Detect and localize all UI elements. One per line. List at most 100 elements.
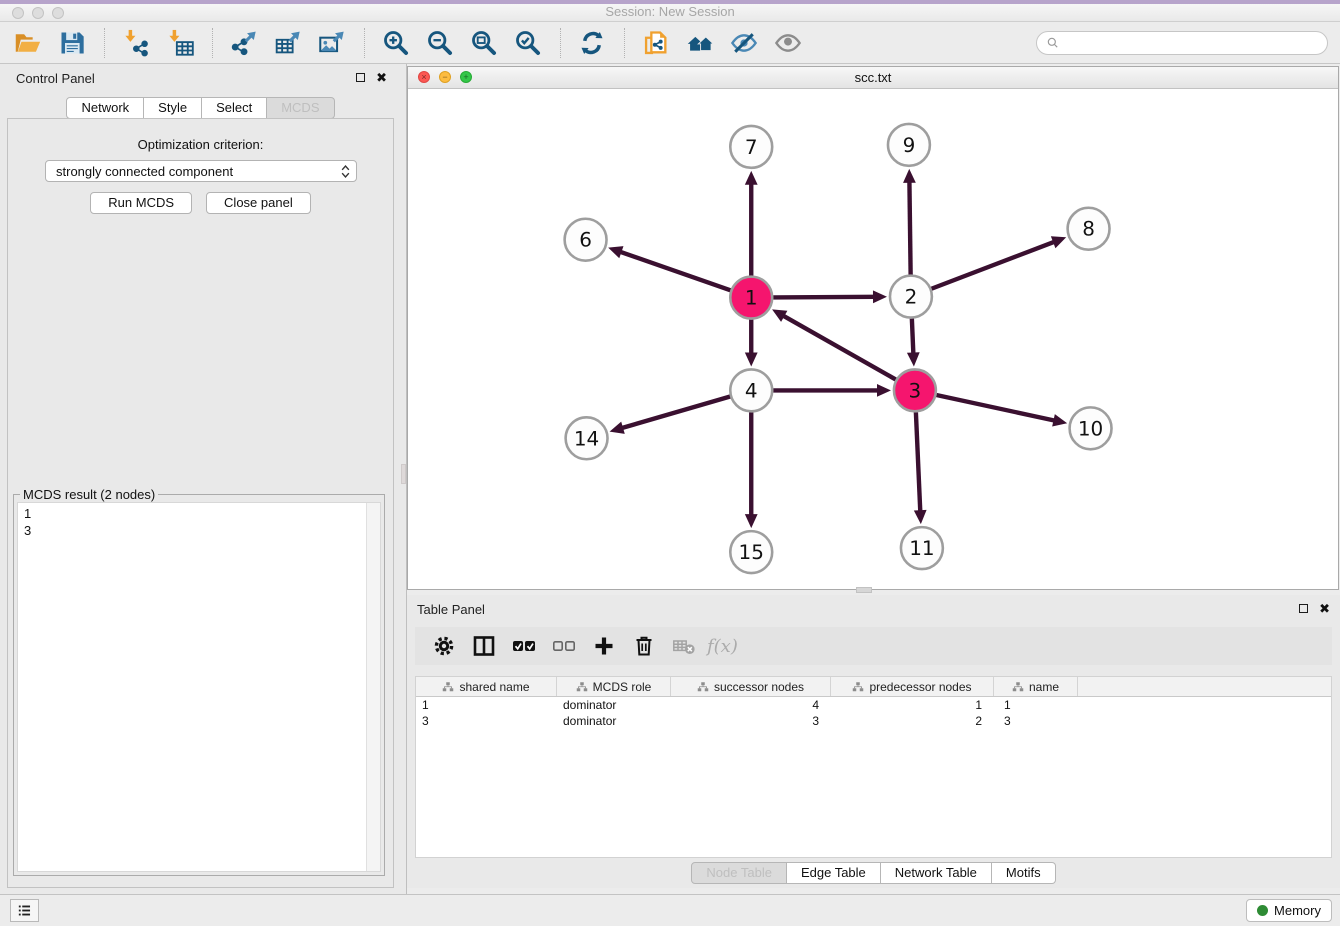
control-panel: Control Panel ✖ NetworkStyleSelectMCDS O… bbox=[0, 64, 401, 894]
zoom-selected-button[interactable] bbox=[510, 27, 546, 59]
table-cell[interactable]: 3 bbox=[671, 713, 831, 729]
graph-node-15[interactable]: 15 bbox=[730, 531, 772, 573]
graph-node-2[interactable]: 2 bbox=[890, 276, 932, 318]
column-header-successor-nodes[interactable]: successor nodes bbox=[671, 677, 831, 696]
column-header-name[interactable]: name bbox=[994, 677, 1078, 696]
graph-edge-1-6[interactable] bbox=[608, 246, 730, 290]
network-close-button[interactable]: × bbox=[418, 71, 430, 83]
split-columns-button[interactable] bbox=[467, 631, 501, 661]
graph-edge-3-11[interactable] bbox=[914, 412, 927, 524]
graph-node-8[interactable]: 8 bbox=[1068, 208, 1110, 250]
table-cell[interactable]: 3 bbox=[994, 713, 1078, 729]
show-all-button[interactable] bbox=[770, 27, 806, 59]
graph-node-4[interactable]: 4 bbox=[730, 369, 772, 411]
search-input[interactable] bbox=[1065, 35, 1318, 52]
graph-node-9[interactable]: 9 bbox=[888, 124, 930, 166]
graph-node-6[interactable]: 6 bbox=[565, 219, 607, 261]
node-table: shared nameMCDS rolesuccessor nodesprede… bbox=[415, 676, 1332, 858]
task-history-button[interactable] bbox=[10, 899, 39, 922]
zoom-window-button[interactable] bbox=[52, 7, 64, 19]
tab-select[interactable]: Select bbox=[202, 97, 267, 119]
close-panel-button[interactable]: Close panel bbox=[206, 192, 311, 214]
optimization-criterion-select[interactable]: strongly connected component bbox=[45, 160, 357, 182]
float-table-panel-icon[interactable] bbox=[1299, 604, 1308, 613]
column-header-predecessor-nodes[interactable]: predecessor nodes bbox=[831, 677, 994, 696]
table-cell[interactable]: 1 bbox=[416, 697, 557, 713]
export-network-button[interactable] bbox=[226, 27, 262, 59]
graph-node-7[interactable]: 7 bbox=[730, 126, 772, 168]
graph-edge-1-7[interactable] bbox=[745, 171, 758, 276]
table-cell[interactable]: dominator bbox=[557, 713, 671, 729]
clone-network-button[interactable] bbox=[638, 27, 674, 59]
table-cell[interactable]: 2 bbox=[831, 713, 994, 729]
table-cell[interactable]: 1 bbox=[994, 697, 1078, 713]
hide-selected-button[interactable] bbox=[726, 27, 762, 59]
save-session-button[interactable] bbox=[54, 27, 90, 59]
graph-node-10[interactable]: 10 bbox=[1070, 407, 1112, 449]
memory-button[interactable]: Memory bbox=[1246, 899, 1332, 922]
mcds-result-textarea[interactable]: 1 3 bbox=[17, 502, 381, 872]
tab-network[interactable]: Network bbox=[66, 97, 144, 119]
graph-edge-2-9[interactable] bbox=[903, 169, 916, 275]
graph-node-1[interactable]: 1 bbox=[730, 277, 772, 319]
table-row[interactable]: 1dominator411 bbox=[416, 697, 1331, 713]
graph-node-11[interactable]: 11 bbox=[901, 527, 943, 569]
result-scrollbar[interactable] bbox=[366, 503, 380, 871]
import-network-button[interactable] bbox=[118, 27, 154, 59]
create-column-button[interactable] bbox=[587, 631, 621, 661]
tab-network-table[interactable]: Network Table bbox=[881, 862, 992, 884]
zoom-in-button[interactable] bbox=[378, 27, 414, 59]
splitter-handle[interactable] bbox=[401, 464, 406, 484]
tab-edge-table[interactable]: Edge Table bbox=[787, 862, 881, 884]
table-row[interactable]: 3dominator323 bbox=[416, 713, 1331, 729]
column-header-shared-name[interactable]: shared name bbox=[416, 677, 557, 696]
graph-edge-4-3[interactable] bbox=[773, 384, 891, 397]
close-window-button[interactable] bbox=[12, 7, 24, 19]
search-box[interactable] bbox=[1036, 31, 1328, 55]
run-mcds-button[interactable]: Run MCDS bbox=[90, 192, 192, 214]
network-graph[interactable]: 7 9 6 8 1 2 4 3 14 10 15 11 bbox=[408, 89, 1338, 589]
select-columns-button[interactable] bbox=[507, 631, 541, 661]
graph-edge-4-14[interactable] bbox=[610, 397, 731, 434]
deselect-columns-button[interactable] bbox=[547, 631, 581, 661]
column-header-MCDS-role[interactable]: MCDS role bbox=[557, 677, 671, 696]
float-panel-icon[interactable] bbox=[356, 73, 365, 82]
table-cell[interactable]: dominator bbox=[557, 697, 671, 713]
graph-edge-2-8[interactable] bbox=[931, 236, 1066, 288]
refresh-button[interactable] bbox=[574, 27, 610, 59]
export-table-button[interactable] bbox=[270, 27, 306, 59]
table-cell[interactable]: 1 bbox=[831, 697, 994, 713]
delete-column-button[interactable] bbox=[627, 631, 661, 661]
table-settings-button[interactable] bbox=[427, 631, 461, 661]
graph-node-3[interactable]: 3 bbox=[894, 369, 936, 411]
home-views-button[interactable] bbox=[682, 27, 718, 59]
tab-mcds[interactable]: MCDS bbox=[267, 97, 334, 119]
import-table-button[interactable] bbox=[162, 27, 198, 59]
graph-edge-1-4[interactable] bbox=[745, 320, 758, 367]
minimize-window-button[interactable] bbox=[32, 7, 44, 19]
zoom-out-button[interactable] bbox=[422, 27, 458, 59]
network-canvas[interactable]: 7 9 6 8 1 2 4 3 14 10 15 11 bbox=[408, 89, 1338, 589]
svg-text:7: 7 bbox=[745, 135, 758, 159]
graph-edge-2-3[interactable] bbox=[907, 319, 920, 367]
tab-node-table[interactable]: Node Table bbox=[691, 862, 787, 884]
export-image-button[interactable] bbox=[314, 27, 350, 59]
network-minimize-button[interactable]: − bbox=[439, 71, 451, 83]
close-table-panel-icon[interactable]: ✖ bbox=[1319, 603, 1330, 614]
close-panel-icon[interactable]: ✖ bbox=[376, 72, 387, 83]
horizontal-splitter-handle[interactable] bbox=[856, 587, 872, 593]
graph-edge-4-15[interactable] bbox=[745, 412, 758, 528]
graph-edge-1-2[interactable] bbox=[773, 290, 887, 303]
graph-edge-3-10[interactable] bbox=[936, 395, 1067, 427]
import-network-icon bbox=[122, 29, 150, 57]
tab-style[interactable]: Style bbox=[144, 97, 202, 119]
open-session-button[interactable] bbox=[10, 27, 46, 59]
table-cell[interactable]: 3 bbox=[416, 713, 557, 729]
tab-motifs[interactable]: Motifs bbox=[992, 862, 1056, 884]
graph-node-14[interactable]: 14 bbox=[566, 417, 608, 459]
select-columns-icon bbox=[512, 634, 536, 658]
graph-edge-3-1[interactable] bbox=[772, 309, 896, 379]
network-zoom-button[interactable]: + bbox=[460, 71, 472, 83]
zoom-fit-button[interactable] bbox=[466, 27, 502, 59]
table-cell[interactable]: 4 bbox=[671, 697, 831, 713]
